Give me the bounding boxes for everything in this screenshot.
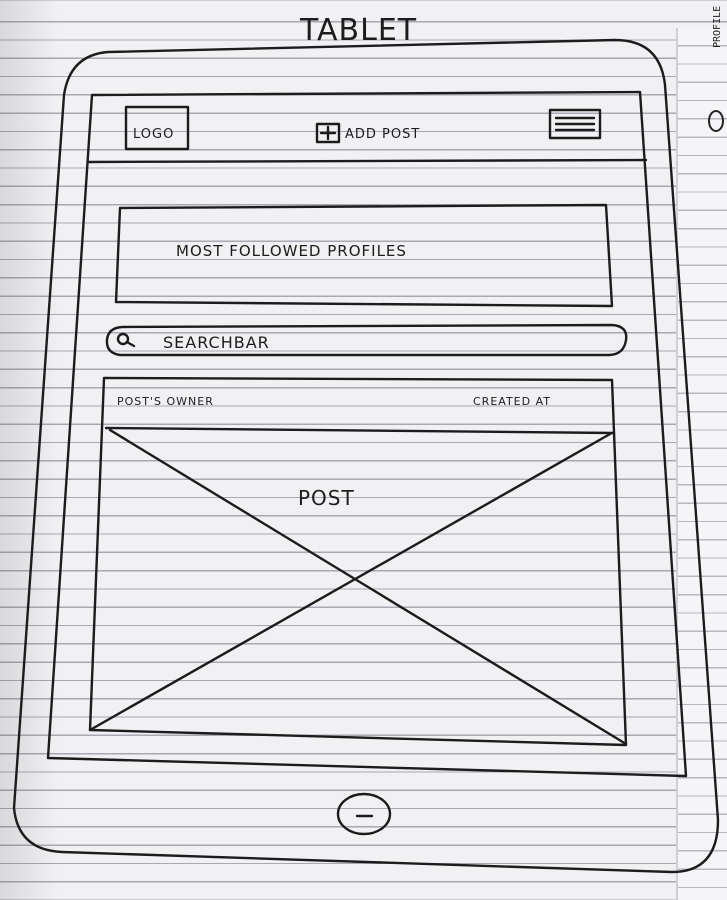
logo-label: LOGO (133, 127, 174, 142)
plus-icon-lines (319, 125, 337, 141)
tablet-outer-frame (12, 38, 720, 874)
most-followed-label: MOST FOLLOWED PROFILES (176, 242, 407, 260)
hamburger-menu-icon[interactable] (548, 108, 602, 140)
add-post-label: ADD POST (345, 127, 420, 142)
post-content-label: POST (298, 486, 355, 510)
post-owner-label: POST'S OWNER (117, 395, 214, 408)
post-created-label: CREATED AT (473, 395, 551, 408)
post-header-divider (104, 426, 616, 435)
search-icon (116, 332, 136, 348)
home-button[interactable] (336, 792, 392, 836)
sketch-title: TABLET (299, 13, 417, 48)
post-image-placeholder (88, 428, 628, 746)
tablet-wireframe-sketch: TABLET LOGO ADD POST MOST FOLLOWED PROFI… (12, 13, 720, 874)
search-bar-label: SEARCHBAR (163, 333, 270, 352)
header-divider (86, 158, 648, 164)
tablet-screen-frame (46, 90, 688, 778)
